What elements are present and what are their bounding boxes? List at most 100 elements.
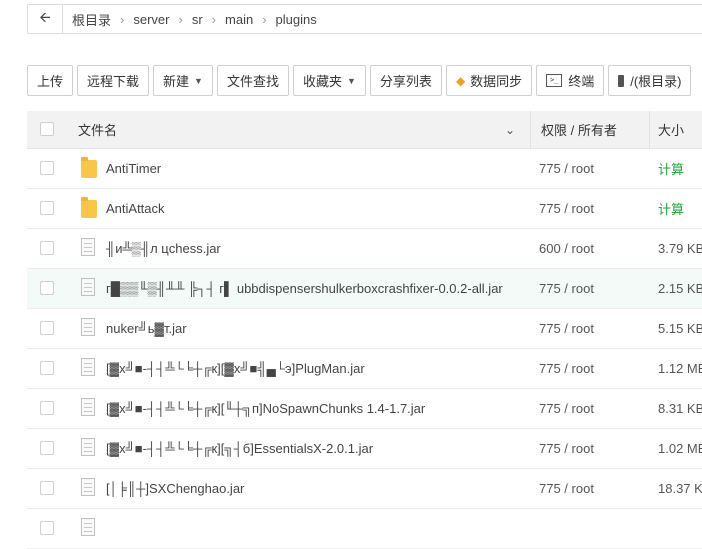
file-size: 8.31 KB — [658, 401, 702, 416]
row-checkbox[interactable] — [40, 521, 54, 535]
file-search-label: 文件查找 — [226, 74, 279, 89]
table-row[interactable]: [│╞║┼]SXChenghao.jar 775 / root 18.37 KB — [27, 469, 702, 509]
row-checkbox[interactable] — [40, 281, 54, 295]
table-row[interactable]: AntiAttack 775 / root 计算 — [27, 189, 702, 229]
calculate-size-link[interactable]: 计算 — [658, 159, 684, 178]
breadcrumb-bar: 🡨 根目录 › server › sr › main › plugins — [27, 4, 702, 34]
file-icon — [81, 478, 97, 498]
calculate-size-link[interactable]: 计算 — [658, 199, 684, 218]
file-icon — [81, 278, 97, 298]
row-checkbox[interactable] — [40, 361, 54, 375]
arrow-left-icon: 🡨 — [39, 9, 51, 25]
column-divider — [530, 111, 531, 148]
file-table: 文件名 ⌄ 权限 / 所有者 大小 AntiTimer 775 / root 计… — [27, 111, 702, 549]
row-checkbox[interactable] — [40, 321, 54, 335]
folder-icon — [81, 157, 97, 178]
file-permission[interactable]: 775 / root — [539, 281, 594, 296]
breadcrumb-item-main[interactable]: main — [225, 12, 253, 27]
data-sync-label: 数据同步 — [470, 74, 523, 89]
chevron-down-icon: ▼ — [347, 75, 356, 86]
file-name[interactable]: [▓х╝■-┤┤╩└╘┼╔к][╙┼╗п]NoSpawnChunks 1.4-1… — [106, 401, 425, 416]
share-list-label: 分享列表 — [379, 74, 432, 89]
table-row[interactable]: [▓х╝■-┤┤╩└╘┼╔к][╗┤б]EssentialsX-2.0.1.ja… — [27, 429, 702, 469]
diamond-icon: ◆ — [455, 73, 466, 88]
favorites-button[interactable]: 收藏夹 ▼ — [292, 65, 366, 96]
disk-icon — [618, 74, 625, 87]
table-row[interactable]: nuker╝ь▓т.jar 775 / root 5.15 KB — [27, 309, 702, 349]
table-row[interactable]: AntiTimer 775 / root 计算 — [27, 149, 702, 189]
terminal-button[interactable]: >_ 终端 — [536, 65, 605, 96]
data-sync-button[interactable]: ◆ 数据同步 — [445, 65, 533, 96]
file-permission[interactable]: 775 / root — [539, 321, 594, 336]
terminal-label: 终端 — [568, 74, 595, 89]
disk-root-label: /(根目录) — [630, 74, 682, 89]
file-name[interactable]: г█▒▒╙▒╢╨╨ ╠┐┤ г▌ ubbdispensershulkerboxc… — [106, 281, 503, 296]
header-permission[interactable]: 权限 / 所有者 — [541, 120, 617, 139]
file-size: 18.37 KB — [658, 481, 702, 496]
breadcrumb-item-sr[interactable]: sr — [192, 12, 203, 27]
back-button[interactable]: 🡨 — [28, 5, 63, 33]
file-icon — [81, 398, 97, 418]
file-name[interactable]: AntiAttack — [106, 201, 165, 216]
file-icon — [81, 238, 97, 258]
file-size: 5.15 KB — [658, 321, 702, 336]
header-filename[interactable]: 文件名 — [78, 120, 117, 139]
breadcrumb: 根目录 › server › sr › main › plugins — [63, 10, 317, 29]
table-row[interactable]: г█▒▒╙▒╢╨╨ ╠┐┤ г▌ ubbdispensershulkerboxc… — [27, 269, 702, 309]
select-all-checkbox[interactable] — [40, 122, 54, 136]
chevron-right-icon: › — [178, 11, 183, 27]
file-size: 1.02 MB — [658, 441, 702, 456]
breadcrumb-item-server[interactable]: server — [133, 12, 169, 27]
table-row[interactable]: ╢и╩▒╢л цchess.jar 600 / root 3.79 KB — [27, 229, 702, 269]
toolbar: 上传 远程下载 新建 ▼ 文件查找 收藏夹 ▼ 分享列表 ◆ 数据同步 >_ 终端 /(… — [27, 65, 695, 98]
sort-chevron-icon[interactable]: ⌄ — [505, 123, 515, 137]
file-name[interactable]: ╢и╩▒╢л цchess.jar — [106, 241, 221, 256]
file-permission[interactable]: 775 / root — [539, 201, 594, 216]
upload-button[interactable]: 上传 — [27, 65, 74, 96]
table-row[interactable]: [▓х╝■-┤┤╩└╘┼╔к][╙┼╗п]NoSpawnChunks 1.4-1… — [27, 389, 702, 429]
file-search-button[interactable]: 文件查找 — [216, 65, 289, 96]
table-row[interactable] — [27, 509, 702, 549]
chevron-down-icon: ▼ — [194, 75, 203, 86]
file-permission[interactable]: 775 / root — [539, 441, 594, 456]
file-size: 1.12 MB — [658, 361, 702, 376]
remote-download-button[interactable]: 远程下载 — [77, 65, 150, 96]
file-permission[interactable]: 775 / root — [539, 481, 594, 496]
folder-icon — [81, 197, 97, 218]
file-size: 2.15 KB — [658, 281, 702, 296]
breadcrumb-item-plugins[interactable]: plugins — [276, 12, 317, 27]
breadcrumb-item-root[interactable]: 根目录 — [72, 10, 111, 29]
header-size[interactable]: 大小 — [658, 120, 684, 139]
favorites-label: 收藏夹 — [302, 74, 342, 89]
file-name[interactable]: [│╞║┼]SXChenghao.jar — [106, 481, 244, 496]
row-checkbox[interactable] — [40, 441, 54, 455]
row-checkbox[interactable] — [40, 161, 54, 175]
chevron-right-icon: › — [120, 11, 125, 27]
disk-root-button[interactable]: /(根目录) — [608, 65, 692, 96]
table-row[interactable]: [▓х╝■-┤┤╩└╘┼╔к][▓х╝■╣▄└э]PlugMan.jar 775… — [27, 349, 702, 389]
new-label: 新建 — [163, 74, 190, 89]
file-size: 3.79 KB — [658, 241, 702, 256]
file-permission[interactable]: 600 / root — [539, 241, 594, 256]
file-name[interactable]: nuker╝ь▓т.jar — [106, 321, 187, 336]
upload-label: 上传 — [37, 74, 64, 89]
share-list-button[interactable]: 分享列表 — [369, 65, 442, 96]
new-button[interactable]: 新建 ▼ — [153, 65, 213, 96]
row-checkbox[interactable] — [40, 201, 54, 215]
terminal-icon: >_ — [546, 74, 563, 87]
file-name[interactable]: [▓х╝■-┤┤╩└╘┼╔к][╗┤б]EssentialsX-2.0.1.ja… — [106, 441, 373, 456]
row-checkbox[interactable] — [40, 241, 54, 255]
file-name[interactable]: [▓х╝■-┤┤╩└╘┼╔к][▓х╝■╣▄└э]PlugMan.jar — [106, 361, 365, 376]
row-checkbox[interactable] — [40, 401, 54, 415]
file-icon — [81, 438, 97, 458]
file-icon — [81, 358, 97, 378]
column-divider — [649, 111, 650, 148]
table-header: 文件名 ⌄ 权限 / 所有者 大小 — [27, 111, 702, 149]
file-name[interactable]: AntiTimer — [106, 161, 161, 176]
file-permission[interactable]: 775 / root — [539, 401, 594, 416]
remote-download-label: 远程下载 — [87, 74, 140, 89]
file-permission[interactable]: 775 / root — [539, 161, 594, 176]
file-icon — [81, 518, 97, 538]
row-checkbox[interactable] — [40, 481, 54, 495]
file-permission[interactable]: 775 / root — [539, 361, 594, 376]
